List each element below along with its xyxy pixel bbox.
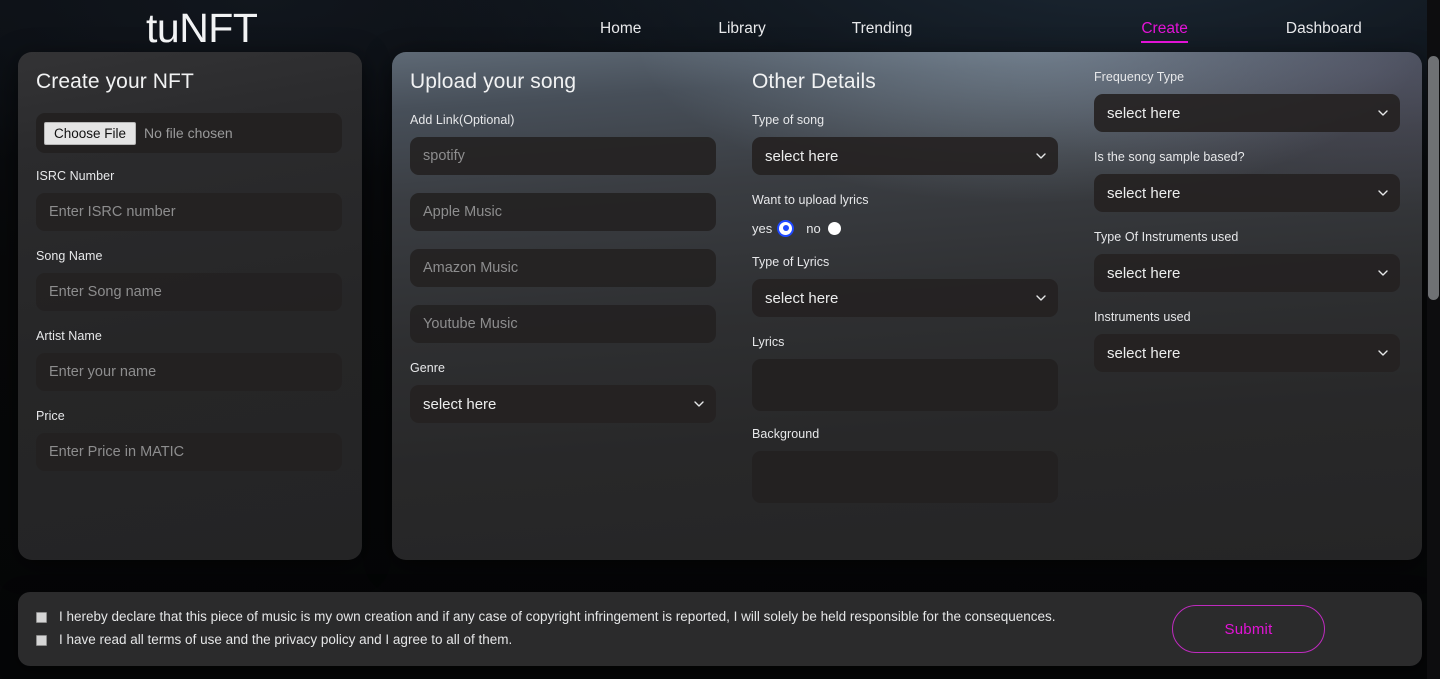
apple-music-link-input[interactable] (410, 193, 716, 232)
type-of-instruments-label: Type Of Instruments used (1094, 230, 1239, 244)
instruments-used-select-wrap: select here (1094, 334, 1400, 372)
details-card: Upload your song Add Link(Optional) Genr… (392, 52, 1422, 560)
isrc-number-input[interactable] (36, 193, 342, 232)
form-stage: Create your NFT Choose File No file chos… (0, 52, 1440, 572)
add-link-label: Add Link(Optional) (410, 113, 515, 128)
song-name-input[interactable] (36, 273, 342, 312)
genre-select[interactable]: select here (410, 385, 716, 424)
want-upload-lyrics-label: Want to upload lyrics (752, 193, 869, 208)
radio-no-label: no (806, 220, 821, 236)
file-upload-row[interactable]: Choose File No file chosen (36, 113, 342, 154)
type-of-song-select-wrap: select here (752, 137, 1058, 176)
sample-based-select[interactable]: select here (1094, 174, 1400, 212)
lyrics-label: Lyrics (752, 335, 785, 350)
type-of-lyrics-select-wrap: select here (752, 279, 1058, 318)
genre-label: Genre (410, 361, 445, 376)
youtube-music-link-input[interactable] (410, 305, 716, 344)
instruments-used-label: Instruments used (1094, 310, 1191, 324)
radio-yes-label: yes (752, 220, 773, 236)
spotify-link-input[interactable] (410, 137, 716, 176)
artist-name-input[interactable] (36, 353, 342, 392)
brand-logo[interactable]: tuNFT (146, 8, 258, 49)
amazon-music-link-input[interactable] (410, 249, 716, 288)
artist-name-label: Artist Name (36, 329, 102, 344)
frequency-type-select-wrap: select here (1094, 94, 1400, 132)
nav-item-create[interactable]: Create (1141, 20, 1188, 43)
nav-links: Home Library Trending Create Dashboard (560, 20, 1420, 43)
type-of-song-select[interactable]: select here (752, 137, 1058, 176)
price-input[interactable] (36, 433, 342, 472)
background-label: Background (752, 427, 820, 442)
vertical-scrollbar-thumb[interactable] (1428, 56, 1439, 300)
frequency-type-select[interactable]: select here (1094, 94, 1400, 132)
terms-text: I have read all terms of use and the pri… (59, 632, 513, 647)
frequency-type-label: Frequency Type (1094, 70, 1185, 84)
nav-item-dashboard[interactable]: Dashboard (1286, 20, 1362, 43)
create-nft-card: Create your NFT Choose File No file chos… (18, 52, 362, 560)
upload-song-title: Upload your song (410, 70, 577, 93)
type-of-instruments-select-wrap: select here (1094, 254, 1400, 292)
type-of-lyrics-select[interactable]: select here (752, 279, 1058, 318)
file-status-text: No file chosen (144, 125, 233, 142)
nav-item-library[interactable]: Library (718, 20, 765, 43)
create-nft-title: Create your NFT (36, 70, 194, 93)
agreement-texts: I hereby declare that this piece of musi… (18, 605, 1172, 653)
radio-no[interactable] (827, 221, 841, 235)
other-details-column: Other Details Type of song select here W… (752, 52, 1078, 519)
genre-select-wrap: select here (410, 385, 716, 424)
top-navbar: tuNFT Home Library Trending Create Dashb… (0, 0, 1440, 62)
agreement-line-declaration: I hereby declare that this piece of musi… (36, 607, 1172, 628)
upload-song-column: Upload your song Add Link(Optional) Genr… (410, 52, 736, 441)
type-of-instruments-select[interactable]: select here (1094, 254, 1400, 292)
type-of-lyrics-label: Type of Lyrics (752, 255, 830, 270)
song-name-label: Song Name (36, 249, 103, 264)
submit-button[interactable]: Submit (1172, 605, 1325, 653)
other-details-title: Other Details (752, 70, 876, 93)
isrc-number-label: ISRC Number (36, 169, 115, 184)
agreement-bar: I hereby declare that this piece of musi… (18, 592, 1422, 666)
vertical-scrollbar-track[interactable] (1427, 0, 1440, 679)
sample-based-select-wrap: select here (1094, 174, 1400, 212)
background-textarea[interactable] (752, 451, 1058, 504)
choose-file-button[interactable]: Choose File (44, 121, 136, 145)
instruments-used-select[interactable]: select here (1094, 334, 1400, 372)
upload-lyrics-radio-group: yes no (752, 217, 1078, 239)
price-label: Price (36, 409, 65, 424)
declaration-checkbox[interactable] (36, 612, 47, 624)
declaration-text: I hereby declare that this piece of musi… (59, 609, 1056, 625)
radio-yes[interactable] (779, 221, 793, 235)
type-of-song-label: Type of song (752, 113, 825, 128)
agreement-line-terms: I have read all terms of use and the pri… (36, 630, 1172, 651)
lyrics-textarea[interactable] (752, 359, 1058, 412)
extra-details-column: Frequency Type select here Is the song s… (1094, 52, 1420, 390)
nav-item-home[interactable]: Home (600, 20, 641, 43)
sample-based-label: Is the song sample based? (1094, 150, 1245, 164)
nav-item-trending[interactable]: Trending (852, 20, 913, 43)
terms-checkbox[interactable] (36, 634, 47, 646)
